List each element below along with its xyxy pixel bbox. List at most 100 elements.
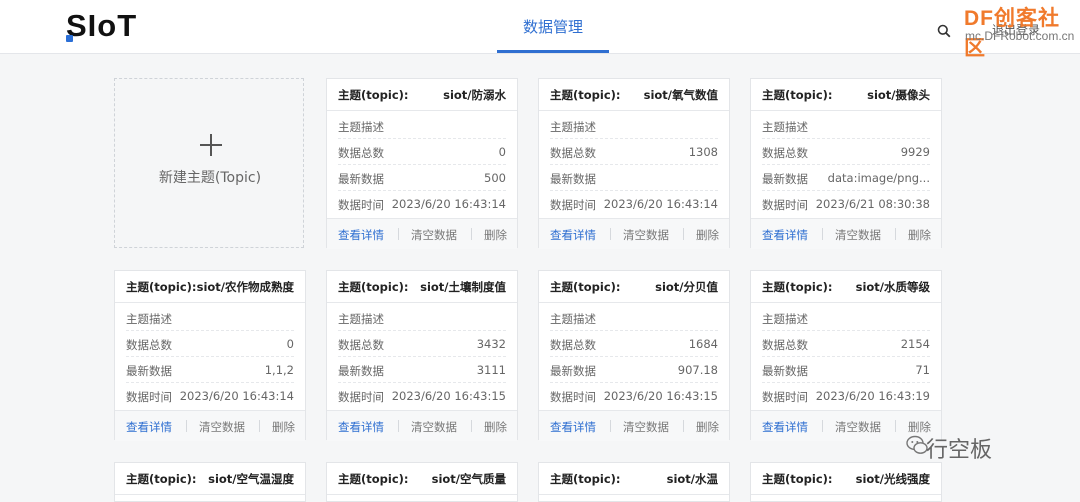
time-value: 2023/6/20 16:43:19: [815, 389, 930, 403]
card-header: 主题(topic): siot/水温: [539, 463, 729, 495]
time-value: 2023/6/20 16:43:14: [179, 389, 294, 403]
view-details-link[interactable]: 查看详情: [762, 419, 808, 435]
row-latest: 最新数据 907.18: [550, 356, 718, 383]
count-value: 1308: [688, 145, 718, 159]
description-label: 主题描述: [762, 120, 808, 134]
row-latest: 最新数据 3111: [338, 356, 506, 383]
row-description: 主题描述: [126, 304, 294, 331]
count-value: 0: [286, 337, 294, 351]
tab-data-management[interactable]: 数据管理: [497, 0, 609, 53]
count-value: 2154: [900, 337, 930, 351]
row-time: 数据时间 2023/6/20 16:43:14: [126, 382, 294, 408]
time-value: 2023/6/20 16:43:14: [603, 197, 718, 211]
delete-link[interactable]: 删除: [484, 227, 507, 243]
topic-card: 主题(topic): siot/土壤制度值 主题描述 数据总数 3432 最新数…: [326, 270, 518, 441]
topic-card: 主题(topic): siot/摄像头 主题描述 数据总数 9929 最新数据 …: [750, 78, 942, 249]
clear-data-link[interactable]: 清空数据: [835, 227, 881, 243]
topic-key-label: 主题(topic):: [126, 472, 197, 486]
topic-card: 主题(topic): siot/氧气数值 主题描述 数据总数 1308 最新数据…: [538, 78, 730, 249]
new-topic-button[interactable]: 新建主题(Topic): [114, 78, 304, 248]
time-value: 2023/6/20 16:43:14: [391, 197, 506, 211]
row-latest: 最新数据 data:image/png...: [762, 164, 930, 191]
time-value: 2023/6/21 08:30:38: [815, 197, 930, 211]
topic-card: 主题(topic): siot/农作物成熟度 主题描述 数据总数 0 最新数据 …: [114, 270, 306, 441]
description-label: 主题描述: [762, 312, 808, 326]
dfrobot-watermark-url: mc.DFRobot.com.cn: [965, 29, 1075, 43]
row-time: 数据时间 2023/6/20 16:43:19: [762, 382, 930, 408]
time-label: 数据时间: [338, 390, 384, 404]
view-details-link[interactable]: 查看详情: [550, 227, 596, 243]
latest-value: 71: [915, 363, 930, 377]
row-description: 主题描述: [338, 304, 506, 331]
delete-link[interactable]: 删除: [908, 227, 931, 243]
row-time: 数据时间 2023/6/20 16:43:15: [550, 382, 718, 408]
view-details-link[interactable]: 查看详情: [338, 419, 384, 435]
delete-link[interactable]: 删除: [272, 419, 295, 435]
row-count: 数据总数 1308: [550, 138, 718, 165]
top-header: SIoT 数据管理 退出登录 DF创客社区 mc.DFRobot.com.cn: [0, 0, 1080, 60]
row-count: 数据总数 0: [126, 330, 294, 357]
view-details-link[interactable]: 查看详情: [338, 227, 384, 243]
latest-value: data:image/png...: [827, 171, 930, 185]
search-icon[interactable]: [937, 24, 951, 38]
topic-key-label: 主题(topic):: [126, 280, 197, 294]
card-actions: 查看详情 清空数据 删除: [539, 410, 729, 441]
view-details-link[interactable]: 查看详情: [126, 419, 172, 435]
topic-name: siot/光线强度: [855, 472, 930, 486]
topic-card: 主题(topic): siot/水温: [538, 462, 730, 502]
card-actions: 查看详情 清空数据 删除: [327, 410, 517, 441]
time-label: 数据时间: [126, 390, 172, 404]
time-value: 2023/6/20 16:43:15: [391, 389, 506, 403]
row-description: 主题描述: [550, 304, 718, 331]
clear-data-link[interactable]: 清空数据: [623, 227, 669, 243]
clear-data-link[interactable]: 清空数据: [199, 419, 245, 435]
view-details-link[interactable]: 查看详情: [550, 419, 596, 435]
divider: [398, 228, 399, 240]
view-details-link[interactable]: 查看详情: [762, 227, 808, 243]
delete-link[interactable]: 删除: [696, 227, 719, 243]
clear-data-link[interactable]: 清空数据: [835, 419, 881, 435]
delete-link[interactable]: 删除: [696, 419, 719, 435]
time-label: 数据时间: [338, 198, 384, 212]
topic-key-label: 主题(topic):: [338, 88, 409, 102]
row-latest: 最新数据 71: [762, 356, 930, 383]
time-value: 2023/6/20 16:43:15: [603, 389, 718, 403]
topic-key-label: 主题(topic):: [762, 88, 833, 102]
latest-value: 3111: [476, 363, 506, 377]
card-header: 主题(topic): siot/空气温湿度: [115, 463, 305, 495]
clear-data-link[interactable]: 清空数据: [411, 227, 457, 243]
description-label: 主题描述: [550, 312, 596, 326]
latest-label: 最新数据: [550, 172, 596, 186]
delete-link[interactable]: 删除: [484, 419, 507, 435]
card-header: 主题(topic): siot/防溺水: [327, 79, 517, 111]
divider: [610, 228, 611, 240]
card-header: 主题(topic): siot/空气质量: [327, 463, 517, 495]
card-header: 主题(topic): siot/分贝值: [539, 271, 729, 303]
clear-data-link[interactable]: 清空数据: [411, 419, 457, 435]
topic-card: 主题(topic): siot/光线强度: [750, 462, 942, 502]
new-topic-label: 新建主题(Topic): [158, 170, 262, 186]
count-label: 数据总数: [762, 146, 808, 160]
latest-value: 907.18: [677, 363, 718, 377]
time-label: 数据时间: [550, 198, 596, 212]
divider: [471, 420, 472, 432]
time-label: 数据时间: [550, 390, 596, 404]
topic-key-label: 主题(topic):: [762, 280, 833, 294]
description-label: 主题描述: [338, 312, 384, 326]
count-value: 9929: [900, 145, 930, 159]
topic-name: siot/防溺水: [443, 88, 506, 102]
topic-card: 主题(topic): siot/防溺水 主题描述 数据总数 0 最新数据 500…: [326, 78, 518, 249]
card-actions: 查看详情 清空数据 删除: [327, 218, 517, 249]
description-label: 主题描述: [338, 120, 384, 134]
card-header: 主题(topic): siot/摄像头: [751, 79, 941, 111]
divider: [186, 420, 187, 432]
description-label: 主题描述: [126, 312, 172, 326]
clear-data-link[interactable]: 清空数据: [623, 419, 669, 435]
divider: [398, 420, 399, 432]
plus-icon: [200, 134, 222, 156]
siot-logo[interactable]: SIoT: [66, 8, 137, 44]
row-description: 主题描述: [338, 112, 506, 139]
latest-label: 最新数据: [762, 364, 808, 378]
card-header: 主题(topic): siot/农作物成熟度: [115, 271, 305, 303]
divider: [683, 228, 684, 240]
